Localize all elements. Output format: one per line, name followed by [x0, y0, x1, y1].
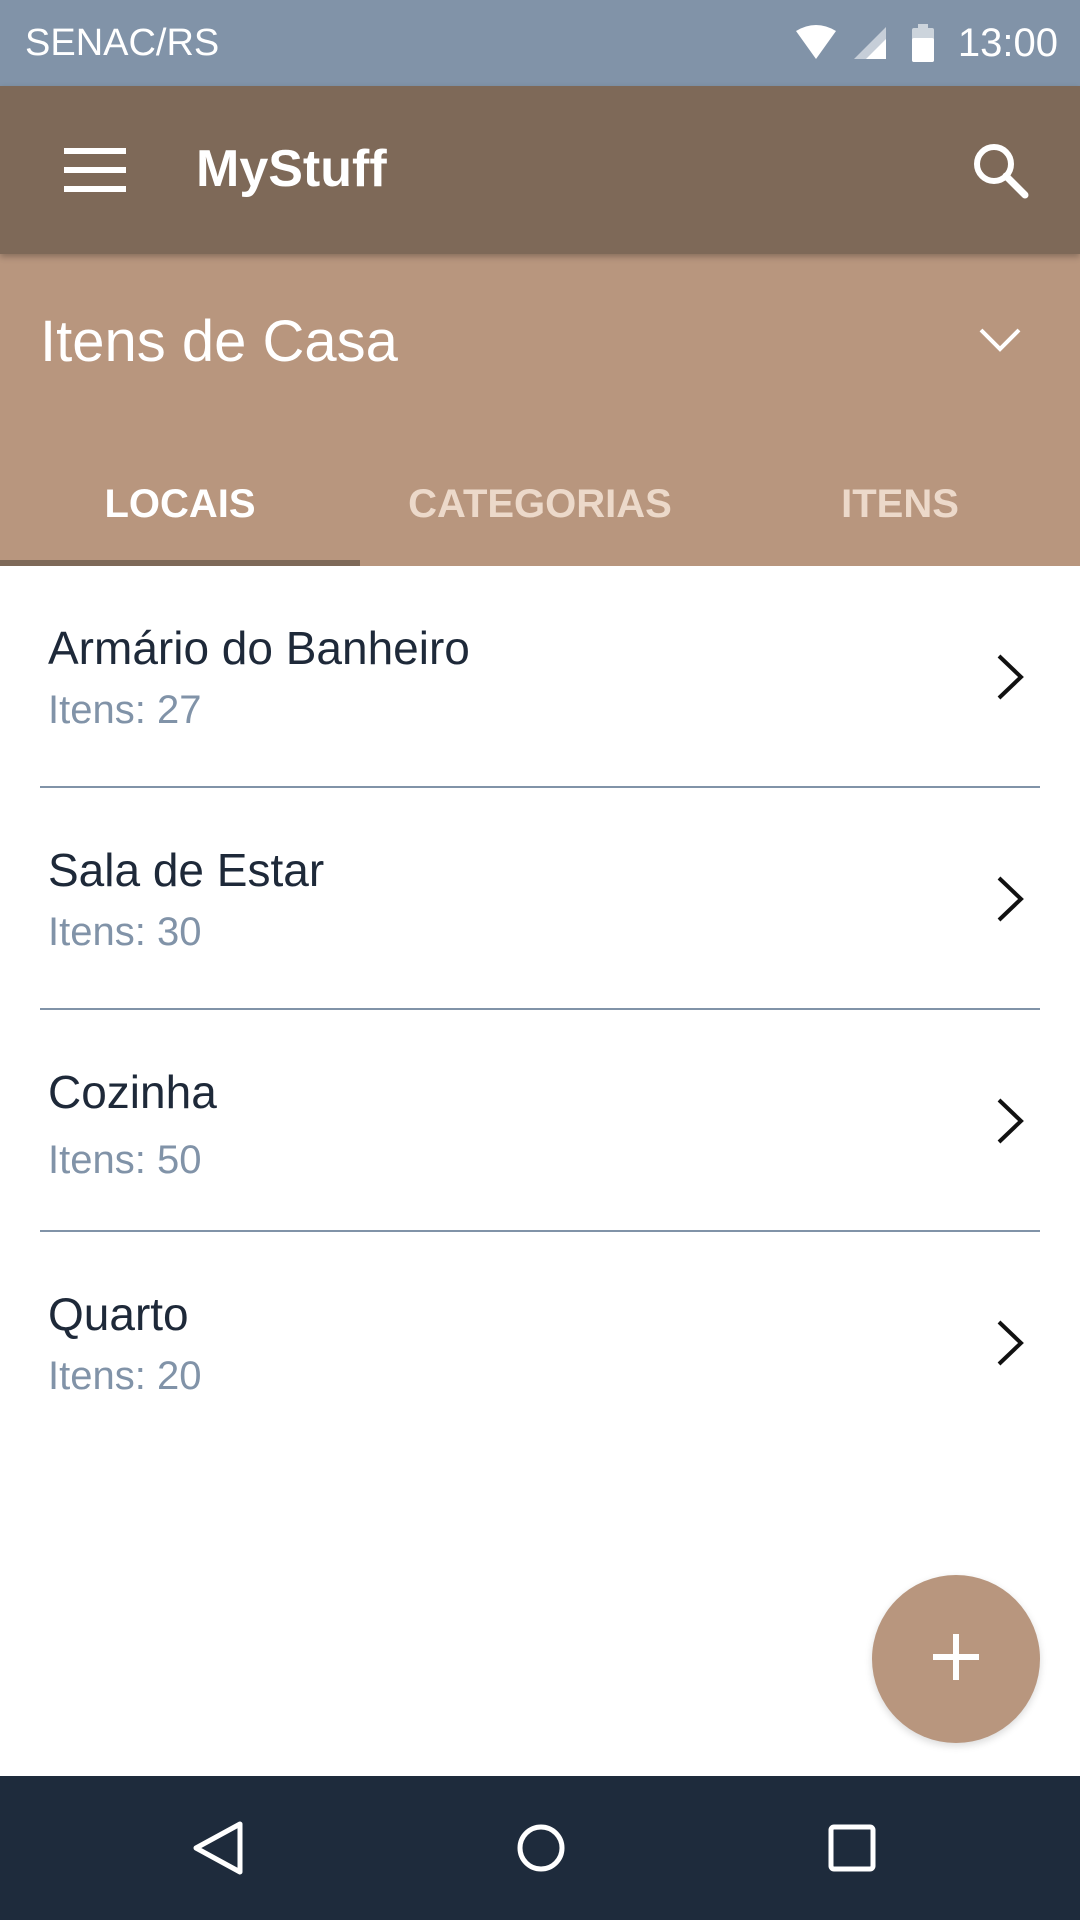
location-name: Sala de Estar: [48, 844, 325, 896]
location-name: Quarto: [48, 1288, 189, 1340]
app-title: MyStuff: [196, 140, 387, 198]
carrier-name: SENAC/RS: [25, 22, 220, 64]
add-location-button[interactable]: [872, 1575, 1040, 1743]
list-item[interactable]: Armário do Banheiro Itens: 27: [0, 566, 1080, 788]
status-bar: SENAC/RS 13:00: [0, 0, 1080, 86]
status-icons: 13:00: [794, 0, 1080, 86]
location-item-count: Itens: 20: [48, 1354, 202, 1398]
list-item[interactable]: Quarto Itens: 20: [0, 1232, 1080, 1454]
chevron-right-icon[interactable]: [980, 864, 1040, 934]
tab-categorias[interactable]: CATEGORIAS: [360, 442, 720, 566]
recents-icon[interactable]: [802, 1798, 902, 1898]
tab-bar: LOCAIS CATEGORIAS ITENS: [0, 442, 1080, 566]
location-name: Armário do Banheiro: [48, 622, 470, 674]
location-item-count: Itens: 27: [48, 688, 202, 732]
location-item-count: Itens: 50: [48, 1138, 202, 1182]
list-item[interactable]: Cozinha Itens: 50: [0, 1010, 1080, 1232]
plus-icon: [933, 1633, 979, 1685]
tab-itens[interactable]: ITENS: [720, 442, 1080, 566]
location-item-count: Itens: 30: [48, 910, 202, 954]
tab-locais[interactable]: LOCAIS: [0, 442, 360, 566]
search-icon[interactable]: [960, 130, 1040, 210]
chevron-right-icon[interactable]: [980, 1086, 1040, 1156]
clock: 13:00: [957, 20, 1058, 65]
app-bar: MyStuff: [0, 86, 1080, 254]
menu-icon[interactable]: [50, 130, 140, 210]
battery-icon: [910, 24, 936, 62]
chevron-right-icon[interactable]: [980, 642, 1040, 712]
collection-header: Itens de Casa LOCAIS CATEGORIAS ITENS: [0, 254, 1080, 566]
back-icon[interactable]: [168, 1798, 268, 1898]
chevron-down-icon[interactable]: [960, 308, 1040, 372]
location-name: Cozinha: [48, 1066, 217, 1118]
collection-title[interactable]: Itens de Casa: [40, 304, 398, 380]
signal-icon: [852, 25, 888, 61]
home-icon[interactable]: [491, 1798, 591, 1898]
wifi-icon: [794, 25, 838, 61]
system-nav-bar: [0, 1776, 1080, 1920]
location-list: Armário do Banheiro Itens: 27 Sala de Es…: [0, 566, 1080, 1454]
list-item[interactable]: Sala de Estar Itens: 30: [0, 788, 1080, 1010]
chevron-right-icon[interactable]: [980, 1308, 1040, 1378]
